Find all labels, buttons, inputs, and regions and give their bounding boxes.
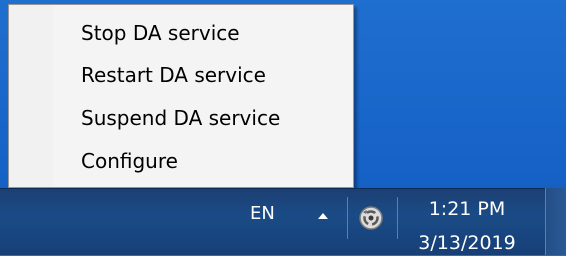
da-service-tray-icon[interactable] (357, 204, 385, 232)
context-menu: Stop DA service Restart DA service Suspe… (8, 4, 354, 188)
triangle-up-icon (318, 213, 328, 219)
menu-icon-gutter (9, 5, 53, 187)
menu-item-stop-da-service[interactable]: Stop DA service (81, 15, 331, 51)
show-hidden-icons-button[interactable] (314, 207, 332, 225)
menu-item-configure[interactable]: Configure (81, 143, 331, 179)
tray-divider (347, 197, 348, 239)
da-service-icon (359, 206, 383, 230)
taskbar-clock[interactable]: 1:21 PM 3/13/2019 (408, 196, 526, 256)
tray-divider (397, 197, 398, 239)
show-desktop-button[interactable] (546, 188, 566, 255)
language-indicator[interactable]: EN (250, 200, 275, 228)
menu-item-restart-da-service[interactable]: Restart DA service (81, 57, 331, 93)
clock-date: 3/13/2019 (418, 232, 516, 254)
clock-time: 1:21 PM (428, 198, 506, 220)
menu-item-suspend-da-service[interactable]: Suspend DA service (81, 100, 331, 136)
